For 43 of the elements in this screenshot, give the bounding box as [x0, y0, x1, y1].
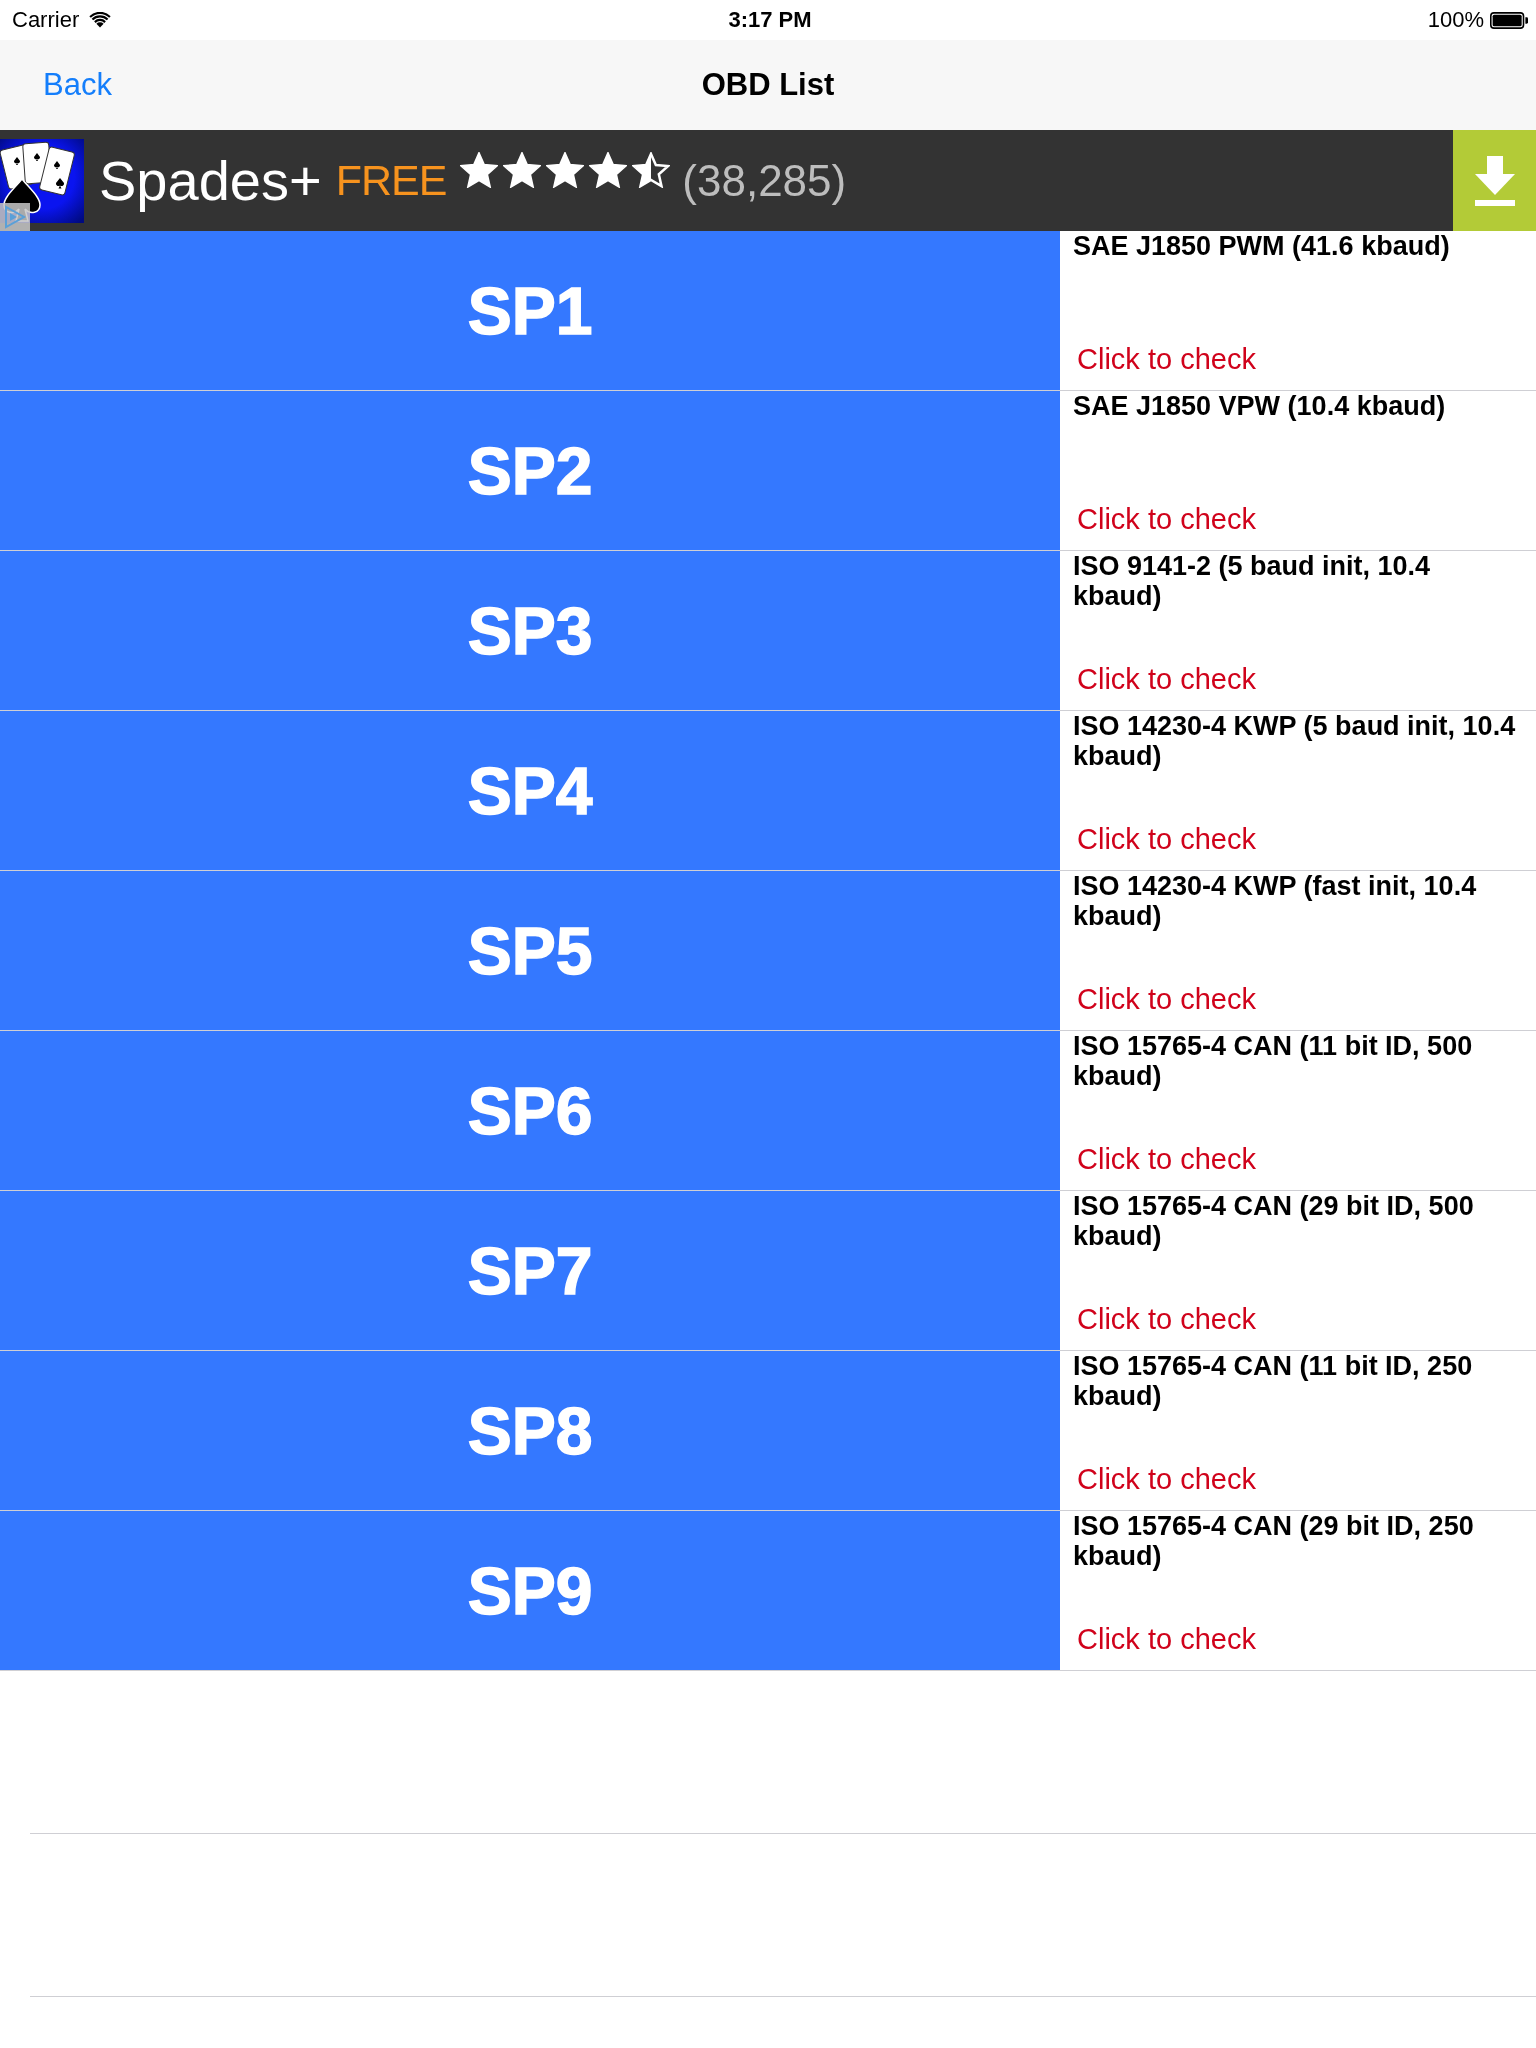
- rating-count: (38,285): [682, 158, 847, 203]
- check-link[interactable]: Click to check: [1077, 822, 1256, 856]
- nav-title: OBD List: [701, 67, 835, 103]
- star-icon: [460, 152, 499, 188]
- star-icon: [503, 152, 542, 188]
- carrier-name: Carrier: [12, 7, 80, 33]
- star-icon: [546, 152, 585, 188]
- check-link[interactable]: Click to check: [1077, 982, 1256, 1016]
- half-star-icon: [632, 152, 671, 188]
- battery-icon: [1490, 11, 1528, 29]
- check-link[interactable]: Click to check: [1077, 662, 1256, 696]
- protocol-code[interactable]: SP9: [0, 1511, 1060, 1670]
- protocol-code[interactable]: SP4: [0, 711, 1060, 870]
- protocol-code[interactable]: SP3: [0, 551, 1060, 710]
- download-icon: [1474, 155, 1515, 206]
- protocol-code[interactable]: SP2: [0, 391, 1060, 550]
- protocol-name: ISO 9141-2 (5 baud init, 10.4 kbaud): [1073, 551, 1432, 611]
- protocol-code[interactable]: SP6: [0, 1031, 1060, 1190]
- check-link[interactable]: Click to check: [1077, 1142, 1256, 1176]
- check-link[interactable]: Click to check: [1077, 342, 1256, 376]
- check-link[interactable]: Click to check: [1077, 1462, 1256, 1496]
- download-button[interactable]: [1453, 130, 1536, 231]
- protocol-name: ISO 15765-4 CAN (11 bit ID, 250 kbaud): [1073, 1351, 1474, 1411]
- protocol-name: ISO 15765-4 CAN (11 bit ID, 500 kbaud): [1073, 1031, 1474, 1091]
- protocol-name: ISO 15765-4 CAN (29 bit ID, 500 kbaud): [1073, 1191, 1475, 1251]
- protocol-name: ISO 14230-4 KWP (5 baud init, 10.4 kbaud): [1073, 711, 1517, 771]
- protocol-name: ISO 15765-4 CAN (29 bit ID, 250 kbaud): [1073, 1511, 1475, 1571]
- back-button[interactable]: Back: [43, 67, 112, 103]
- protocol-code[interactable]: SP8: [0, 1351, 1060, 1510]
- check-link[interactable]: Click to check: [1077, 1622, 1256, 1656]
- star-icon: [589, 152, 628, 188]
- protocol-code[interactable]: SP5: [0, 871, 1060, 1030]
- protocol-name: ISO 14230-4 KWP (fast init, 10.4 kbaud): [1073, 871, 1478, 931]
- check-link[interactable]: Click to check: [1077, 1302, 1256, 1336]
- check-link[interactable]: Click to check: [1077, 502, 1256, 536]
- protocol-name: SAE J1850 VPW (10.4 kbaud): [1073, 391, 1446, 421]
- wifi-icon: [89, 12, 112, 28]
- status-time: 3:17 PM: [728, 7, 812, 33]
- price-label: FREE: [335, 159, 447, 202]
- protocol-code[interactable]: SP1: [0, 231, 1060, 390]
- battery-percent: 100%: [1427, 7, 1484, 33]
- protocol-code[interactable]: SP7: [0, 1191, 1060, 1350]
- protocol-name: SAE J1850 PWM (41.6 kbaud): [1073, 231, 1450, 261]
